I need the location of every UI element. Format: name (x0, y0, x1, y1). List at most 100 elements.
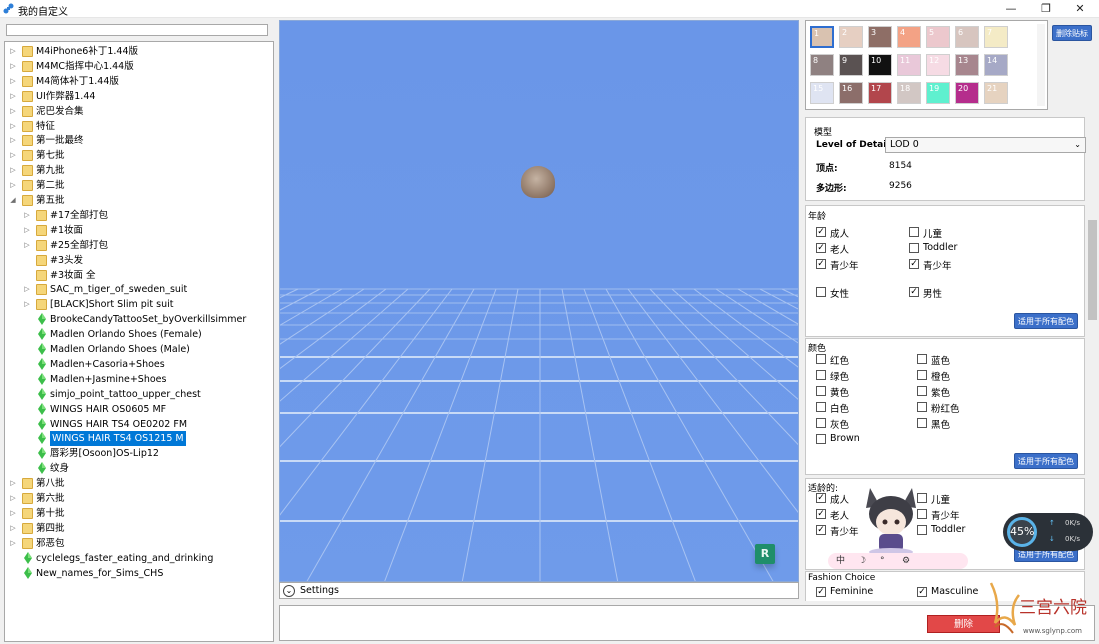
checkbox[interactable] (816, 402, 826, 412)
expand-arrow-icon[interactable]: ▷ (9, 104, 17, 119)
tree-folder[interactable]: ▷ [BLACK]Short Slim pit suit (5, 297, 273, 312)
checkbox[interactable]: ✓ (816, 587, 826, 597)
expand-arrow-icon[interactable]: ▷ (23, 238, 31, 253)
tree-item[interactable]: 唇彩男[Osoon]OS-Lip12 (5, 446, 273, 461)
expand-arrow-icon[interactable]: ▷ (9, 89, 17, 104)
expand-arrow-icon[interactable]: ▷ (23, 208, 31, 223)
mascot-tool-icon[interactable]: ⚙ (902, 553, 910, 569)
mascot-tool-icon[interactable]: 中 (836, 553, 845, 569)
right-scrollbar-thumb[interactable] (1088, 220, 1097, 320)
collapse-arrow-icon[interactable]: ◢ (9, 193, 17, 208)
color-swatch[interactable]: 17 (868, 82, 892, 104)
expand-arrow-icon[interactable]: ▷ (23, 223, 31, 238)
restore-button[interactable]: ❐ (1030, 0, 1062, 18)
tree-folder[interactable]: ▷ #17全部打包 (5, 208, 273, 223)
tree-item[interactable]: simjo_point_tattoo_upper_chest (5, 387, 273, 402)
color-swatch[interactable]: 14 (984, 54, 1008, 76)
tree-folder[interactable]: ▷ 特征 (5, 119, 273, 134)
tree-folder[interactable]: ▷ 第十批 (5, 506, 273, 521)
reset-view-badge[interactable]: R (755, 544, 775, 564)
tree-item[interactable]: BrookeCandyTattooSet_byOverkillsimmer (5, 312, 273, 327)
expand-arrow-icon[interactable]: ▷ (9, 119, 17, 134)
color-swatch[interactable]: 13 (955, 54, 979, 76)
tree-search-input[interactable] (6, 24, 268, 36)
tree-folder[interactable]: ▷ 邪恶包 (5, 536, 273, 551)
expand-arrow-icon[interactable]: ▷ (9, 178, 17, 193)
expand-arrow-icon[interactable]: ▷ (9, 476, 17, 491)
checkbox[interactable] (816, 434, 826, 444)
network-speed-widget[interactable]: 45% ↑ 0K/s ↓ 0K/s (1003, 513, 1093, 551)
checkbox[interactable]: ✓ (909, 259, 919, 269)
chevron-down-icon[interactable]: ⌄ (283, 585, 295, 597)
tree-folder[interactable]: ▷ UI作弊器1.44 (5, 89, 273, 104)
color-swatch[interactable]: 10 (868, 54, 892, 76)
tree-folder[interactable]: #3头发 (5, 253, 273, 268)
tree-folder[interactable]: ▷ #25全部打包 (5, 238, 273, 253)
expand-arrow-icon[interactable]: ▷ (9, 163, 17, 178)
tree-folder[interactable]: ◢ 第五批 (5, 193, 273, 208)
checkbox[interactable] (816, 370, 826, 380)
expand-arrow-icon[interactable]: ▷ (9, 491, 17, 506)
checkbox[interactable] (909, 227, 919, 237)
expand-arrow-icon[interactable]: ▷ (9, 506, 17, 521)
color-apply-all-button[interactable]: 适用于所有配色 (1014, 453, 1078, 469)
tree-folder[interactable]: ▷ #1妆面 (5, 223, 273, 238)
color-swatch[interactable]: 7 (984, 26, 1008, 48)
expand-arrow-icon[interactable]: ▷ (23, 282, 31, 297)
age-apply-all-button[interactable]: 适用于所有配色 (1014, 313, 1078, 329)
expand-arrow-icon[interactable]: ▷ (9, 521, 17, 536)
color-swatch[interactable]: 18 (897, 82, 921, 104)
color-swatch[interactable]: 3 (868, 26, 892, 48)
tree-item[interactable]: Madlen Orlando Shoes (Female) (5, 327, 273, 342)
checkbox[interactable] (816, 287, 826, 297)
lod-select[interactable]: LOD 0 ⌄ (885, 137, 1086, 153)
tree-item[interactable]: Madlen+Jasmine+Shoes (5, 372, 273, 387)
tree-folder[interactable]: ▷ 第八批 (5, 476, 273, 491)
checkbox[interactable] (917, 386, 927, 396)
checkbox[interactable] (909, 243, 919, 253)
tree-folder[interactable]: ▷ SAC_m_tiger_of_sweden_suit (5, 282, 273, 297)
checkbox[interactable]: ✓ (816, 227, 826, 237)
file-tree[interactable]: ▷ M4iPhone6补丁1.44版 ▷ M4MC指挥中心1.44版 ▷ M4简体补丁1.… (4, 41, 274, 642)
tree-item[interactable]: Madlen Orlando Shoes (Male) (5, 342, 273, 357)
color-swatch[interactable]: 1 (810, 26, 834, 48)
expand-arrow-icon[interactable]: ▷ (9, 148, 17, 163)
checkbox[interactable]: ✓ (816, 493, 826, 503)
mascot-toolbar[interactable]: 中 ☽ ° ⚙ (828, 553, 968, 569)
color-swatch[interactable]: 19 (926, 82, 950, 104)
tree-folder[interactable]: ▷ 第六批 (5, 491, 273, 506)
tree-folder[interactable]: ▷ 泥巴发合集 (5, 104, 273, 119)
tree-item[interactable]: WINGS HAIR TS4 OE0202 FM (5, 417, 273, 432)
color-swatch[interactable]: 2 (839, 26, 863, 48)
expand-arrow-icon[interactable]: ▷ (9, 59, 17, 74)
color-swatch[interactable]: 9 (839, 54, 863, 76)
checkbox[interactable]: ✓ (816, 509, 826, 519)
checkbox[interactable]: ✓ (816, 243, 826, 253)
expand-arrow-icon[interactable]: ▷ (9, 44, 17, 59)
tree-folder[interactable]: ▷ M4MC指挥中心1.44版 (5, 59, 273, 74)
color-swatch[interactable]: 12 (926, 54, 950, 76)
checkbox[interactable]: ✓ (909, 287, 919, 297)
3d-viewport[interactable]: R (279, 20, 799, 582)
checkbox[interactable]: ✓ (816, 525, 826, 535)
tree-folder[interactable]: ▷ 第二批 (5, 178, 273, 193)
color-swatch[interactable]: 15 (810, 82, 834, 104)
color-swatch[interactable]: 21 (984, 82, 1008, 104)
checkbox[interactable] (816, 418, 826, 428)
checkbox[interactable] (917, 354, 927, 364)
expand-arrow-icon[interactable]: ▷ (9, 74, 17, 89)
tree-folder[interactable]: #3妆面 全 (5, 268, 273, 283)
checkbox[interactable] (816, 386, 826, 396)
checkbox[interactable]: ✓ (917, 587, 927, 597)
tree-folder[interactable]: ▷ 第七批 (5, 148, 273, 163)
mascot-tool-icon[interactable]: ° (880, 553, 885, 569)
checkbox[interactable]: ✓ (816, 259, 826, 269)
expand-arrow-icon[interactable]: ▷ (9, 536, 17, 551)
tree-item[interactable]: WINGS HAIR TS4 OS1215 M (5, 431, 273, 447)
tree-folder[interactable]: ▷ 第一批最终 (5, 133, 273, 148)
tree-folder[interactable]: ▷ 第九批 (5, 163, 273, 178)
checkbox[interactable] (917, 402, 927, 412)
color-swatch[interactable]: 5 (926, 26, 950, 48)
swatch-grid[interactable]: 1 2 3 4 5 6 7 8 9 10 11 12 13 14 15 16 17 18 19 20 21 (805, 20, 1048, 110)
swatch-scrollbar[interactable] (1037, 24, 1045, 106)
